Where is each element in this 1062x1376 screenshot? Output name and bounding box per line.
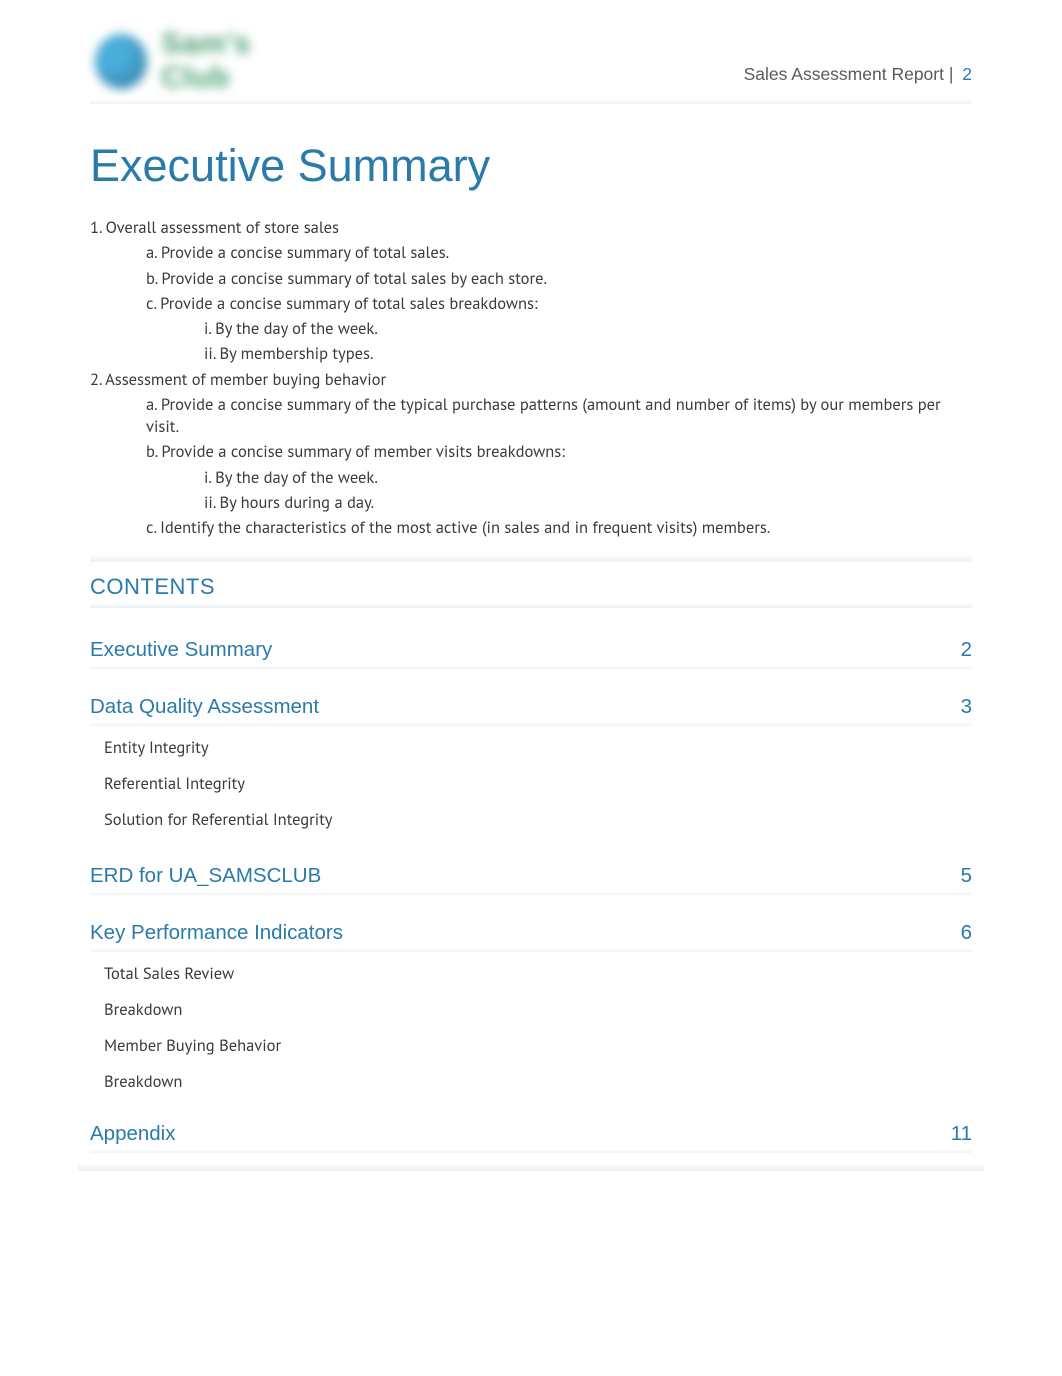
- toc-row-divider: [90, 892, 972, 895]
- logo-text: Sam's Club: [161, 27, 320, 95]
- toc-title-data-quality[interactable]: Data Quality Assessment: [90, 695, 319, 719]
- page-title: Executive Summary: [90, 140, 972, 192]
- toc-sub-item[interactable]: Total Sales Review: [90, 962, 972, 984]
- outline-item-2b: b. Provide a concise summary of member v…: [90, 440, 972, 462]
- outline-item-1c: c. Provide a concise summary of total sa…: [90, 292, 972, 314]
- toc-row-divider: [90, 1150, 972, 1153]
- doc-title: Sales Assessment Report: [744, 64, 944, 84]
- toc-row-divider: [90, 949, 972, 952]
- toc-section: Appendix 11: [90, 1122, 972, 1153]
- toc-title-erd[interactable]: ERD for UA_SAMSCLUB: [90, 864, 321, 888]
- toc-sub-item[interactable]: Referential Integrity: [90, 772, 972, 794]
- toc-sub-item[interactable]: Solution for Referential Integrity: [90, 808, 972, 830]
- outline-item-1: 1. Overall assessment of store sales: [90, 216, 972, 238]
- toc-page: 3: [961, 695, 972, 719]
- toc-sub-item[interactable]: Breakdown: [90, 1070, 972, 1092]
- separator: |: [944, 64, 958, 84]
- toc-row-divider: [90, 723, 972, 726]
- contents-divider: [90, 604, 972, 608]
- header-meta: Sales Assessment Report | 2: [744, 38, 972, 85]
- outline-item-2bii: ii. By hours during a day.: [90, 491, 972, 513]
- toc: Executive Summary 2 Data Quality Assessm…: [90, 638, 972, 1153]
- outline-item-1a: a. Provide a concise summary of total sa…: [90, 241, 972, 263]
- outline-item-1ci: i. By the day of the week.: [90, 317, 972, 339]
- toc-sub-item[interactable]: Entity Integrity: [90, 736, 972, 758]
- page-header: Sam's Club Sales Assessment Report | 2: [90, 30, 972, 92]
- toc-sub-item[interactable]: Member Buying Behavior: [90, 1034, 972, 1056]
- outline-item-2bi: i. By the day of the week.: [90, 466, 972, 488]
- toc-title-exec-summary[interactable]: Executive Summary: [90, 638, 272, 662]
- section-divider: [90, 556, 972, 562]
- outline-item-1cii: ii. By membership types.: [90, 342, 972, 364]
- toc-page: 6: [961, 921, 972, 945]
- logo-mark-icon: [95, 34, 147, 89]
- toc-page: 2: [961, 638, 972, 662]
- footer-divider: [78, 1165, 984, 1171]
- toc-page: 11: [951, 1122, 972, 1146]
- toc-section: ERD for UA_SAMSCLUB 5: [90, 864, 972, 895]
- outline-item-2c: c. Identify the characteristics of the m…: [90, 516, 972, 538]
- toc-row-divider: [90, 666, 972, 669]
- header-divider: [90, 100, 972, 104]
- toc-section: Key Performance Indicators 6 Total Sales…: [90, 921, 972, 1092]
- toc-section: Executive Summary 2: [90, 638, 972, 669]
- logo: Sam's Club: [90, 30, 320, 92]
- toc-title-appendix[interactable]: Appendix: [90, 1122, 175, 1146]
- toc-page: 5: [961, 864, 972, 888]
- toc-title-kpi[interactable]: Key Performance Indicators: [90, 921, 343, 945]
- toc-section: Data Quality Assessment 3 Entity Integri…: [90, 695, 972, 830]
- outline-item-2: 2. Assessment of member buying behavior: [90, 368, 972, 390]
- summary-outline: 1. Overall assessment of store sales a. …: [90, 216, 972, 538]
- outline-item-2a: a. Provide a concise summary of the typi…: [90, 393, 972, 438]
- toc-sub-item[interactable]: Breakdown: [90, 998, 972, 1020]
- page-number: 2: [962, 64, 972, 84]
- outline-item-1b: b. Provide a concise summary of total sa…: [90, 267, 972, 289]
- contents-heading: CONTENTS: [90, 574, 972, 600]
